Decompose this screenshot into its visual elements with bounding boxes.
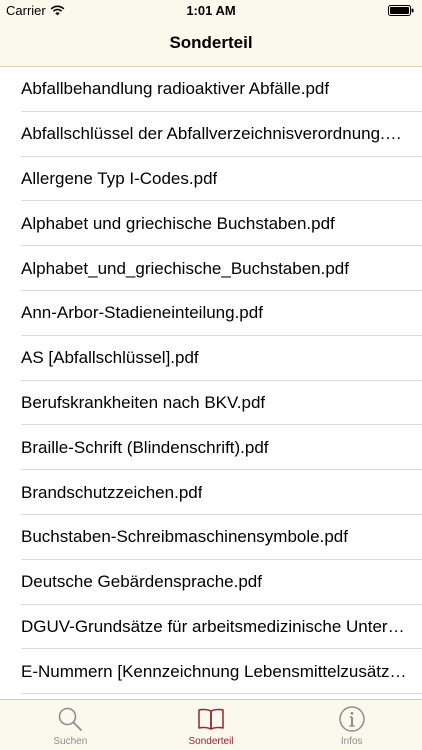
battery-icon [388, 5, 414, 16]
book-icon [198, 708, 224, 730]
document-list: Abfallbehandlung radioaktiver Abfälle.pd… [0, 67, 422, 699]
app-screen: Carrier 1:01 AM Sonderteil Abfallbehandl… [0, 0, 422, 750]
list-item-label: Abfallbehandlung radioaktiver Abfälle.pd… [21, 79, 330, 99]
list-item[interactable]: AS [Abfallschlüssel].pdf [0, 336, 422, 381]
list-item[interactable]: DGUV-Grundsätze für arbeitsmedizinische … [0, 605, 422, 650]
list-item[interactable]: Brandschutzzeichen.pdf [0, 470, 422, 515]
navigation-header: Carrier 1:01 AM Sonderteil [0, 0, 422, 67]
tab-label: Suchen [53, 736, 88, 747]
list-item[interactable]: Alphabet und griechische Buchstaben.pdf [0, 201, 422, 246]
tab-sonderteil[interactable]: Sonderteil [141, 700, 282, 750]
list-item[interactable]: Ann-Arbor-Stadieneinteilung.pdf [0, 291, 422, 336]
list-item[interactable]: E-Nummern [Kennzeichnung Lebensmittelzus… [0, 649, 422, 694]
tab-bar: Suchen Sonderteil Infos [0, 699, 422, 750]
tab-suchen[interactable]: Suchen [0, 700, 141, 750]
list-item-label: Braille-Schrift (Blindenschrift).pdf [21, 437, 269, 457]
list-item[interactable]: Deutsche Gebärdensprache.pdf [0, 560, 422, 605]
list-item[interactable]: Alphabet_und_griechische_Buchstaben.pdf [0, 246, 422, 291]
list-item-label: Allergene Typ I-Codes.pdf [21, 168, 218, 188]
list-item[interactable]: Allergene Typ I-Codes.pdf [0, 157, 422, 202]
list-item-label: Abfallschlüssel der Abfallverzeichnisver… [21, 124, 408, 144]
list-item-label: Ann-Arbor-Stadieneinteilung.pdf [21, 303, 263, 323]
list-item-label: DGUV-Grundsätze für arbeitsmedizinische … [21, 616, 408, 636]
list-item[interactable]: Abfallbehandlung radioaktiver Abfälle.pd… [0, 67, 422, 112]
list-item[interactable]: Braille-Schrift (Blindenschrift).pdf [0, 425, 422, 470]
tab-infos[interactable]: Infos [281, 700, 422, 750]
search-icon [59, 707, 83, 731]
list-item-label: Buchstaben-Schreibmaschinensymbole.pdf [21, 527, 348, 547]
list-item[interactable]: Berufskrankheiten nach BKV.pdf [0, 381, 422, 426]
list-item[interactable]: Buchstaben-Schreibmaschinensymbole.pdf [0, 515, 422, 560]
tab-label: Sonderteil [188, 736, 234, 747]
tab-label: Infos [340, 736, 363, 747]
info-icon [338, 706, 365, 732]
list-item[interactable]: Abfallschlüssel der Abfallverzeichnisver… [0, 112, 422, 157]
list-item-label: AS [Abfallschlüssel].pdf [21, 348, 199, 368]
page-title: Sonderteil [169, 33, 253, 52]
list-item-label: E-Nummern [Kennzeichnung Lebensmittelzus… [21, 661, 408, 681]
status-bar: Carrier 1:01 AM [0, 0, 422, 22]
list-item-label: Alphabet und griechische Buchstaben.pdf [21, 213, 335, 233]
list-item-label: Berufskrankheiten nach BKV.pdf [21, 392, 266, 412]
list-item-label: Alphabet_und_griechische_Buchstaben.pdf [21, 258, 349, 278]
list-item-label: Deutsche Gebärdensprache.pdf [21, 572, 262, 592]
list-item-label: Brandschutzzeichen.pdf [21, 482, 203, 502]
status-time: 1:01 AM [186, 3, 236, 18]
